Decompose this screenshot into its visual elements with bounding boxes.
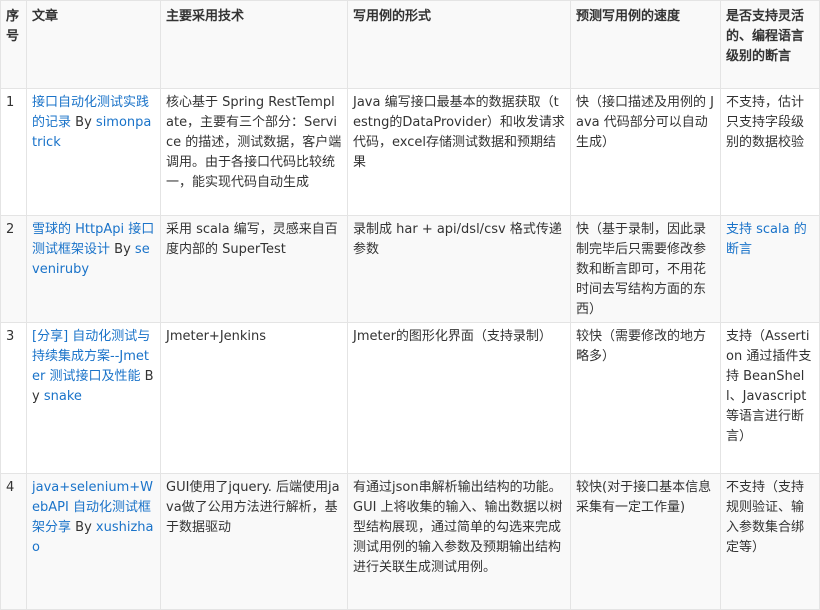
cell-article: 雪球的 HttpApi 接口测试框架设计 By seveniruby [26,215,161,323]
comparison-table: 序号 文章 主要采用技术 写用例的形式 预测写用例的速度 是否支持灵活的、编程语… [0,0,820,610]
cell-speed: 较快（需要修改的地方略多） [570,322,721,474]
cell-article: java+selenium+WebAPI 自动化测试框架分享 By xushiz… [26,473,161,610]
header-speed: 预测写用例的速度 [570,0,721,89]
header-article: 文章 [26,0,161,89]
cell-index: 3 [0,322,27,474]
cell-case-form: 有通过json串解析输出结构的功能。GUI 上将收集的输入、输出数据以树型结构展… [347,473,571,610]
cell-article: 接口自动化测试实践的记录 By simonpatrick [26,88,161,216]
assertion-link[interactable]: 支持 scala 的断言 [726,222,807,257]
table-row: 3 [分享] 自动化测试与持续集成方案--Jmeter 测试接口及性能 By s… [0,322,820,474]
table-row: 2 雪球的 HttpApi 接口测试框架设计 By seveniruby 采用 … [0,215,820,323]
cell-assertion: 不支持，估计只支持字段级别的数据校验 [720,88,820,216]
cell-technology: 采用 scala 编写，灵感来自百度内部的 SuperTest [160,215,348,323]
cell-index: 4 [0,473,27,610]
cell-speed: 快（接口描述及用例的 Java 代码部分可以自动生成） [570,88,721,216]
by-label: By [114,242,131,257]
header-technology: 主要采用技术 [160,0,348,89]
cell-case-form: Java 编写接口最基本的数据获取（testng的DataProvider）和收… [347,88,571,216]
header-index: 序号 [0,0,27,89]
cell-technology: Jmeter+Jenkins [160,322,348,474]
table-header-row: 序号 文章 主要采用技术 写用例的形式 预测写用例的速度 是否支持灵活的、编程语… [0,0,820,89]
header-assertion: 是否支持灵活的、编程语言级别的断言 [720,0,820,89]
cell-case-form: Jmeter的图形化界面（支持录制） [347,322,571,474]
table-row: 1 接口自动化测试实践的记录 By simonpatrick 核心基于 Spri… [0,88,820,216]
cell-article: [分享] 自动化测试与持续集成方案--Jmeter 测试接口及性能 By sna… [26,322,161,474]
table-row: 4 java+selenium+WebAPI 自动化测试框架分享 By xush… [0,473,820,610]
cell-index: 2 [0,215,27,323]
article-link[interactable]: [分享] 自动化测试与持续集成方案--Jmeter 测试接口及性能 [32,329,150,384]
author-link[interactable]: snake [44,389,82,404]
by-label: By [75,520,92,535]
cell-assertion: 支持（Assertion 通过插件支持 BeanShell、Javascript… [720,322,820,474]
cell-technology: GUI使用了jquery. 后端使用java做了公用方法进行解析，基于数据驱动 [160,473,348,610]
by-label: By [75,115,92,130]
cell-case-form: 录制成 har + api/dsl/csv 格式传递参数 [347,215,571,323]
cell-assertion: 支持 scala 的断言 [720,215,820,323]
header-case-form: 写用例的形式 [347,0,571,89]
cell-technology: 核心基于 Spring RestTemplate，主要有三个部分：Service… [160,88,348,216]
cell-speed: 较快(对于接口基本信息采集有一定工作量) [570,473,721,610]
cell-index: 1 [0,88,27,216]
cell-assertion: 不支持（支持规则验证、输入参数集合绑定等） [720,473,820,610]
cell-speed: 快（基于录制，因此录制完毕后只需要修改参数和断言即可，不用花时间去写结构方面的东… [570,215,721,323]
